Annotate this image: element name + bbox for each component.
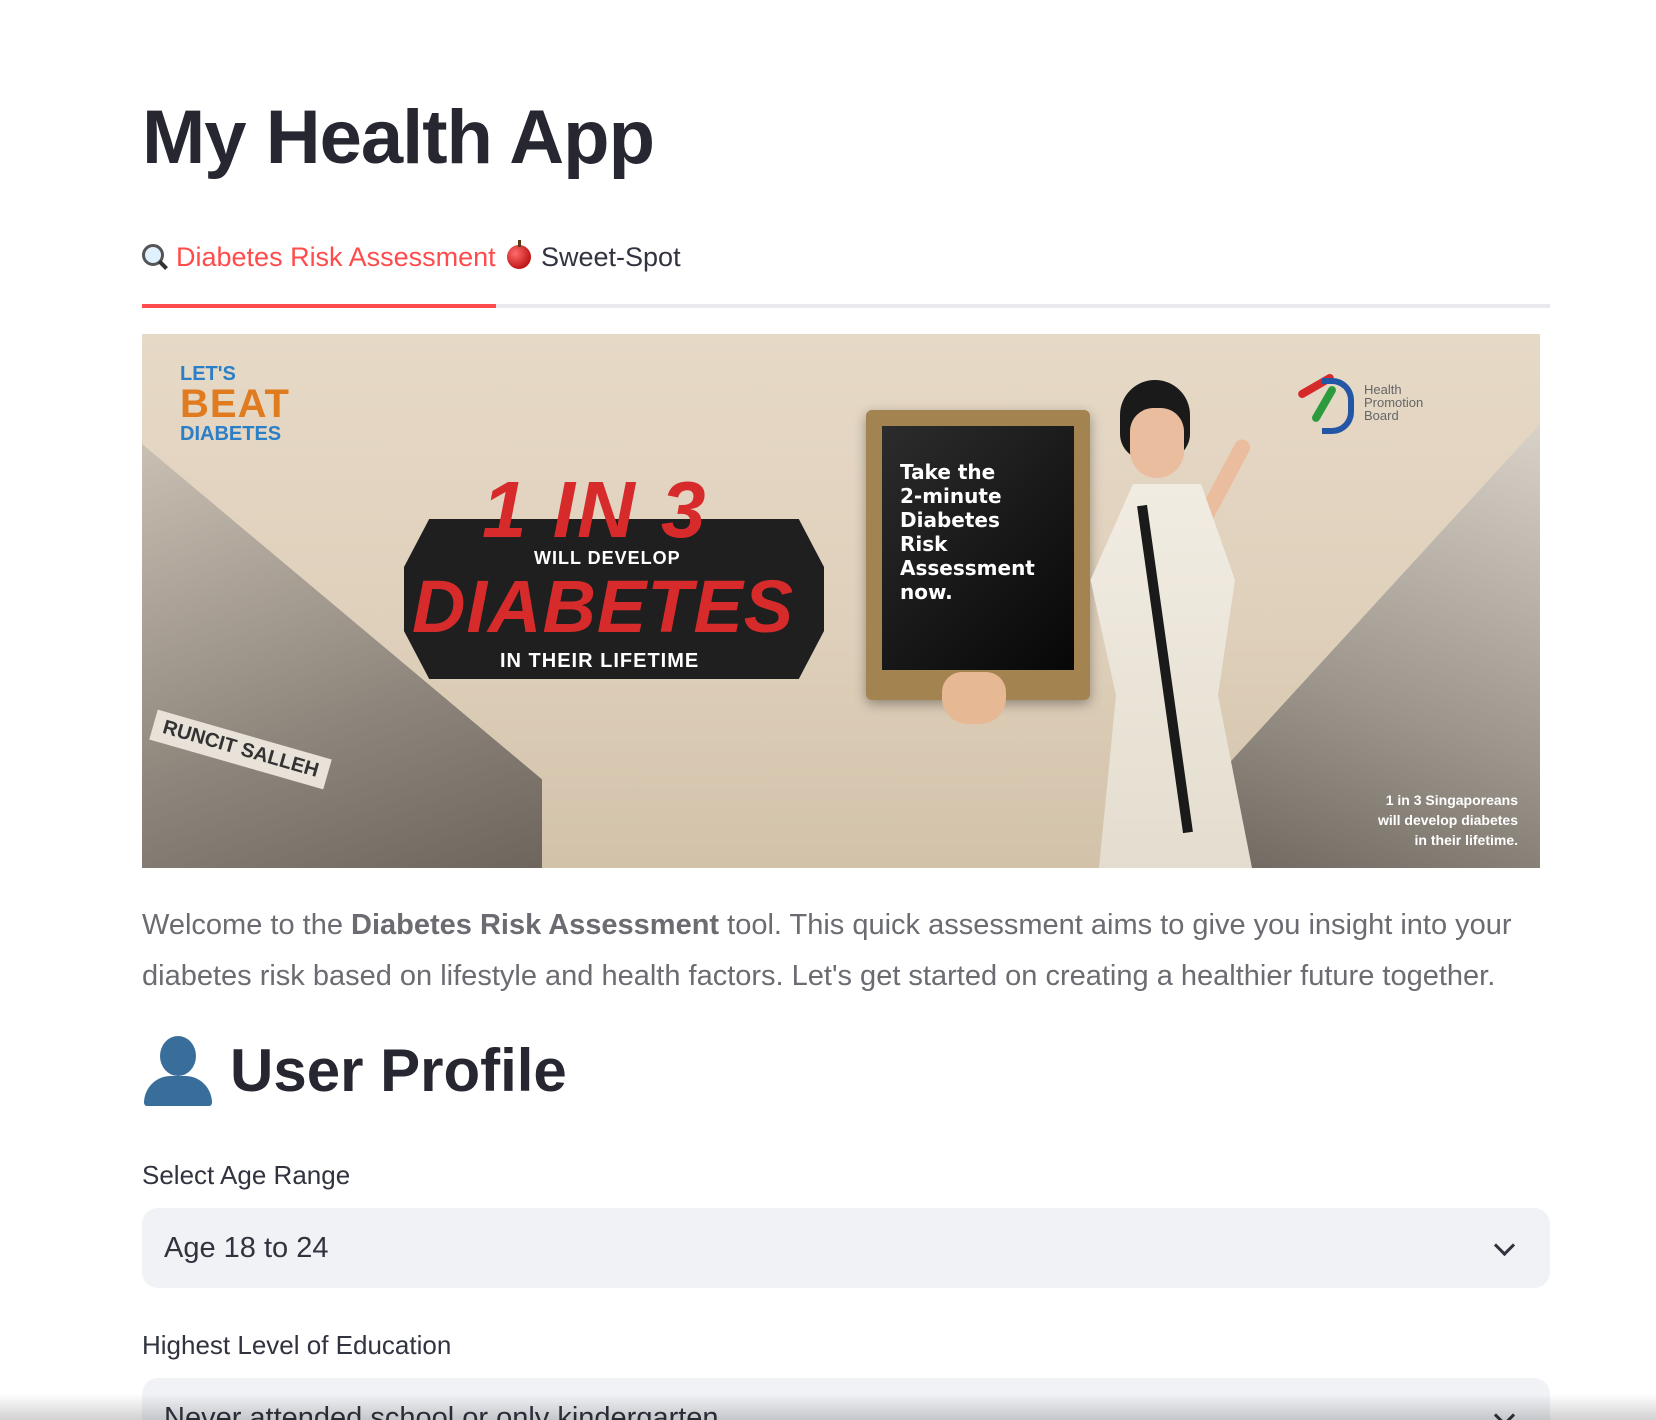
app-title: My Health App — [142, 95, 655, 180]
red-apple-icon — [507, 240, 531, 269]
lets-beat-diabetes-logo: LET'S BEAT DIABETES — [180, 364, 290, 444]
tab-label: Sweet-Spot — [541, 242, 681, 272]
page: My Health App Diabetes Risk Assessment S… — [0, 0, 1656, 1420]
age-range-label: Select Age Range — [142, 1160, 351, 1190]
education-value: Never attended school or only kindergart… — [164, 1402, 719, 1420]
age-range-value: Age 18 to 24 — [164, 1232, 329, 1264]
diabetes-campaign-banner: RUNCIT SALLEH LET'S BEAT DIABETES 1 IN 3… — [142, 334, 1540, 868]
magnifying-glass-icon — [142, 244, 164, 266]
logo-lets: LET'S — [180, 363, 236, 385]
hpb-mark-icon — [1290, 366, 1362, 438]
age-range-select[interactable]: Age 18 to 24 — [142, 1208, 1550, 1288]
chevron-down-icon — [1493, 1234, 1516, 1257]
intro-bold: Diabetes Risk Assessment — [351, 909, 720, 941]
headline-ratio: 1 IN 3 — [482, 465, 708, 554]
intro-paragraph: Welcome to the Diabetes Risk Assessment … — [142, 900, 1550, 1002]
hand-image — [942, 672, 1006, 724]
user-profile-heading: User Profile — [142, 1034, 567, 1106]
headline-diabetes: DIABETES — [412, 565, 795, 648]
bust-in-silhouette-icon — [142, 1034, 214, 1106]
health-promotion-board-logo: Health Promotion Board — [1290, 366, 1423, 438]
one-in-three-headline: 1 IN 3 WILL DEVELOP DIABETES IN THEIR LI… — [404, 464, 824, 684]
education-select[interactable]: Never attended school or only kindergart… — [142, 1378, 1550, 1420]
user-profile-heading-text: User Profile — [230, 1036, 567, 1104]
education-label: Highest Level of Education — [142, 1330, 452, 1360]
tab-sweet-spot[interactable]: Sweet-Spot — [507, 240, 681, 304]
banner-footnote: 1 in 3 Singaporeans will develop diabete… — [1377, 792, 1518, 848]
tab-bar: Diabetes Risk Assessment Sweet-Spot — [142, 232, 1550, 308]
tab-label: Diabetes Risk Assessment — [176, 242, 496, 272]
logo-beat: BEAT — [180, 382, 290, 426]
woman-figure-image — [1042, 374, 1302, 868]
logo-diabetes: DIABETES — [180, 423, 282, 445]
chevron-down-icon — [1493, 1404, 1516, 1420]
tab-diabetes-risk-assessment[interactable]: Diabetes Risk Assessment — [142, 242, 496, 308]
headline-lifetime: IN THEIR LIFETIME — [500, 650, 700, 672]
face — [1130, 408, 1184, 478]
intro-before: Welcome to the — [142, 909, 352, 941]
hpb-text: Health Promotion Board — [1364, 381, 1424, 423]
